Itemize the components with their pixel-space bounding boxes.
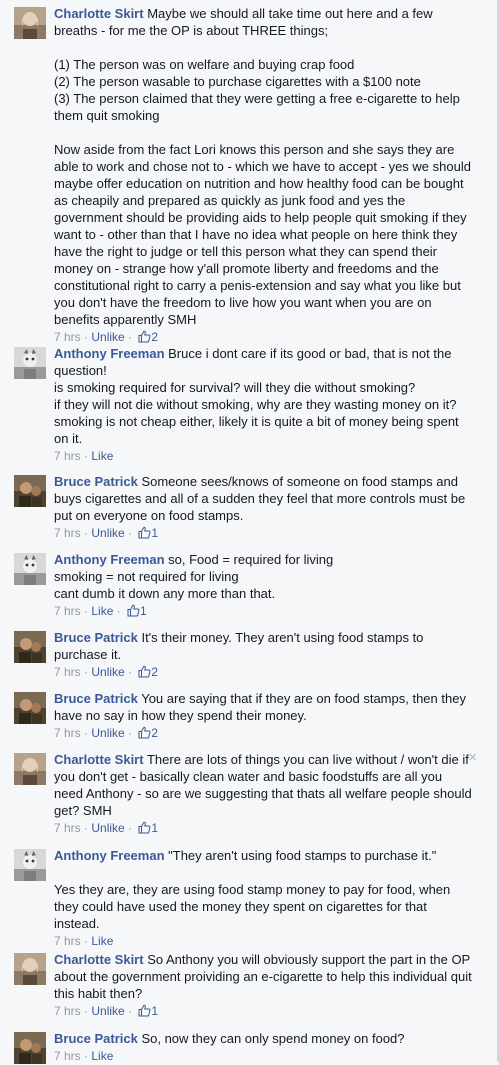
- like-button[interactable]: Like: [91, 1049, 113, 1063]
- comment-text: Anthony Freeman so, Food = required for …: [54, 552, 334, 601]
- thumbs-up-icon[interactable]: [138, 665, 151, 683]
- comment-text: Charlotte Skirt Maybe we should all take…: [54, 6, 437, 38]
- anthony-avatar[interactable]: [14, 553, 46, 585]
- comment-actions: 7 hrs · Unlike · 1: [54, 820, 474, 839]
- bruce-avatar[interactable]: [14, 631, 46, 663]
- comment-text: Bruce Patrick You are saying that if the…: [54, 691, 470, 723]
- charlotte-avatar[interactable]: [14, 7, 46, 39]
- comment: Anthony Freeman Bruce i dont care if its…: [14, 345, 474, 465]
- comment-text: Bruce Patrick So, now they can only spen…: [54, 1031, 405, 1046]
- like-button[interactable]: Like: [91, 934, 113, 948]
- anthony-avatar[interactable]: [14, 849, 46, 881]
- author-name[interactable]: Charlotte Skirt: [54, 952, 144, 967]
- timestamp[interactable]: 7 hrs: [54, 665, 81, 679]
- comment-text: Charlotte Skirt So Anthony you will obvi…: [54, 952, 476, 1001]
- comment-text: Charlotte Skirt There are lots of things…: [54, 752, 476, 818]
- author-name[interactable]: Anthony Freeman: [54, 552, 165, 567]
- like-count[interactable]: 1: [151, 821, 158, 835]
- comment: × Charlotte Skirt There are lots of thing…: [14, 749, 477, 839]
- like-count[interactable]: 1: [151, 526, 158, 540]
- timestamp[interactable]: 7 hrs: [54, 604, 81, 618]
- charlotte-avatar[interactable]: [14, 753, 46, 785]
- timestamp[interactable]: 7 hrs: [54, 821, 81, 835]
- thumbs-up-icon[interactable]: [138, 1004, 151, 1022]
- comment-actions: 7 hrs · Like: [54, 934, 114, 948]
- like-button[interactable]: Unlike: [91, 1004, 124, 1018]
- thumbs-up-icon[interactable]: [127, 604, 140, 622]
- like-button[interactable]: Like: [91, 449, 113, 463]
- timestamp[interactable]: 7 hrs: [54, 330, 81, 344]
- author-name[interactable]: Bruce Patrick: [54, 1031, 138, 1046]
- author-name[interactable]: Bruce Patrick: [54, 474, 138, 489]
- comment-text: Now aside from the fact Lori knows this …: [54, 142, 475, 327]
- comment-actions: 7 hrs · Like: [54, 1049, 114, 1063]
- anthony-avatar[interactable]: [14, 347, 46, 379]
- timestamp[interactable]: 7 hrs: [54, 449, 81, 463]
- like-count[interactable]: 2: [151, 726, 158, 740]
- comment-text: Bruce Patrick Someone sees/knows of some…: [54, 474, 469, 523]
- comment-actions: 7 hrs · Like: [54, 449, 114, 463]
- author-name[interactable]: Charlotte Skirt: [54, 752, 144, 767]
- like-button[interactable]: Unlike: [91, 330, 124, 344]
- like-button[interactable]: Like: [91, 604, 113, 618]
- like-count[interactable]: 1: [140, 604, 147, 618]
- like-count[interactable]: 1: [151, 1004, 158, 1018]
- like-count[interactable]: 2: [151, 330, 158, 344]
- timestamp[interactable]: 7 hrs: [54, 726, 81, 740]
- like-button[interactable]: Unlike: [91, 726, 124, 740]
- thumbs-up-icon[interactable]: [138, 726, 151, 744]
- like-button[interactable]: Unlike: [91, 526, 124, 540]
- author-name[interactable]: Anthony Freeman: [54, 346, 165, 361]
- comment-actions: 7 hrs · Like · 1: [54, 603, 474, 622]
- author-name[interactable]: Anthony Freeman: [54, 848, 165, 863]
- timestamp[interactable]: 7 hrs: [54, 526, 81, 540]
- like-button[interactable]: Unlike: [91, 665, 124, 679]
- charlotte-avatar[interactable]: [14, 953, 46, 985]
- comment-actions: 7 hrs · Unlike · 2: [54, 725, 474, 744]
- comment: Charlotte Skirt So Anthony you will obvi…: [14, 951, 474, 1022]
- comment: Bruce Patrick Someone sees/knows of some…: [14, 473, 474, 544]
- bruce-avatar[interactable]: [14, 475, 46, 507]
- comment-text: Bruce Patrick It's their money. They are…: [54, 630, 428, 662]
- thumbs-up-icon[interactable]: [138, 526, 151, 544]
- thumbs-up-icon[interactable]: [138, 821, 151, 839]
- comment: Charlotte Skirt Maybe we should all take…: [14, 5, 474, 348]
- comment: Bruce Patrick So, now they can only spen…: [14, 1030, 474, 1065]
- timestamp[interactable]: 7 hrs: [54, 934, 81, 948]
- comment-actions: 7 hrs · Unlike · 2: [54, 664, 474, 683]
- comment-text: Anthony Freeman "They aren't using food …: [54, 848, 437, 863]
- comment: Anthony Freeman so, Food = required for …: [14, 551, 474, 622]
- close-icon[interactable]: ×: [468, 749, 477, 766]
- comment: Anthony Freeman "They aren't using food …: [14, 847, 474, 950]
- timestamp[interactable]: 7 hrs: [54, 1049, 81, 1063]
- comment-actions: 7 hrs · Unlike · 1: [54, 525, 474, 544]
- comment-text: Anthony Freeman Bruce i dont care if its…: [54, 346, 459, 446]
- like-button[interactable]: Unlike: [91, 821, 124, 835]
- author-name[interactable]: Bruce Patrick: [54, 691, 138, 706]
- comment-text: Yes they are, they are using food stamp …: [54, 882, 454, 931]
- comment-text: (1) The person was on welfare and buying…: [54, 57, 460, 123]
- bruce-avatar[interactable]: [14, 692, 46, 724]
- author-name[interactable]: Charlotte Skirt: [54, 6, 144, 21]
- bruce-avatar[interactable]: [14, 1032, 46, 1064]
- comment: Bruce Patrick You are saying that if the…: [14, 690, 474, 744]
- comment-actions: 7 hrs · Unlike · 1: [54, 1003, 474, 1022]
- timestamp[interactable]: 7 hrs: [54, 1004, 81, 1018]
- like-count[interactable]: 2: [151, 665, 158, 679]
- author-name[interactable]: Bruce Patrick: [54, 630, 138, 645]
- comment: Bruce Patrick It's their money. They are…: [14, 629, 474, 683]
